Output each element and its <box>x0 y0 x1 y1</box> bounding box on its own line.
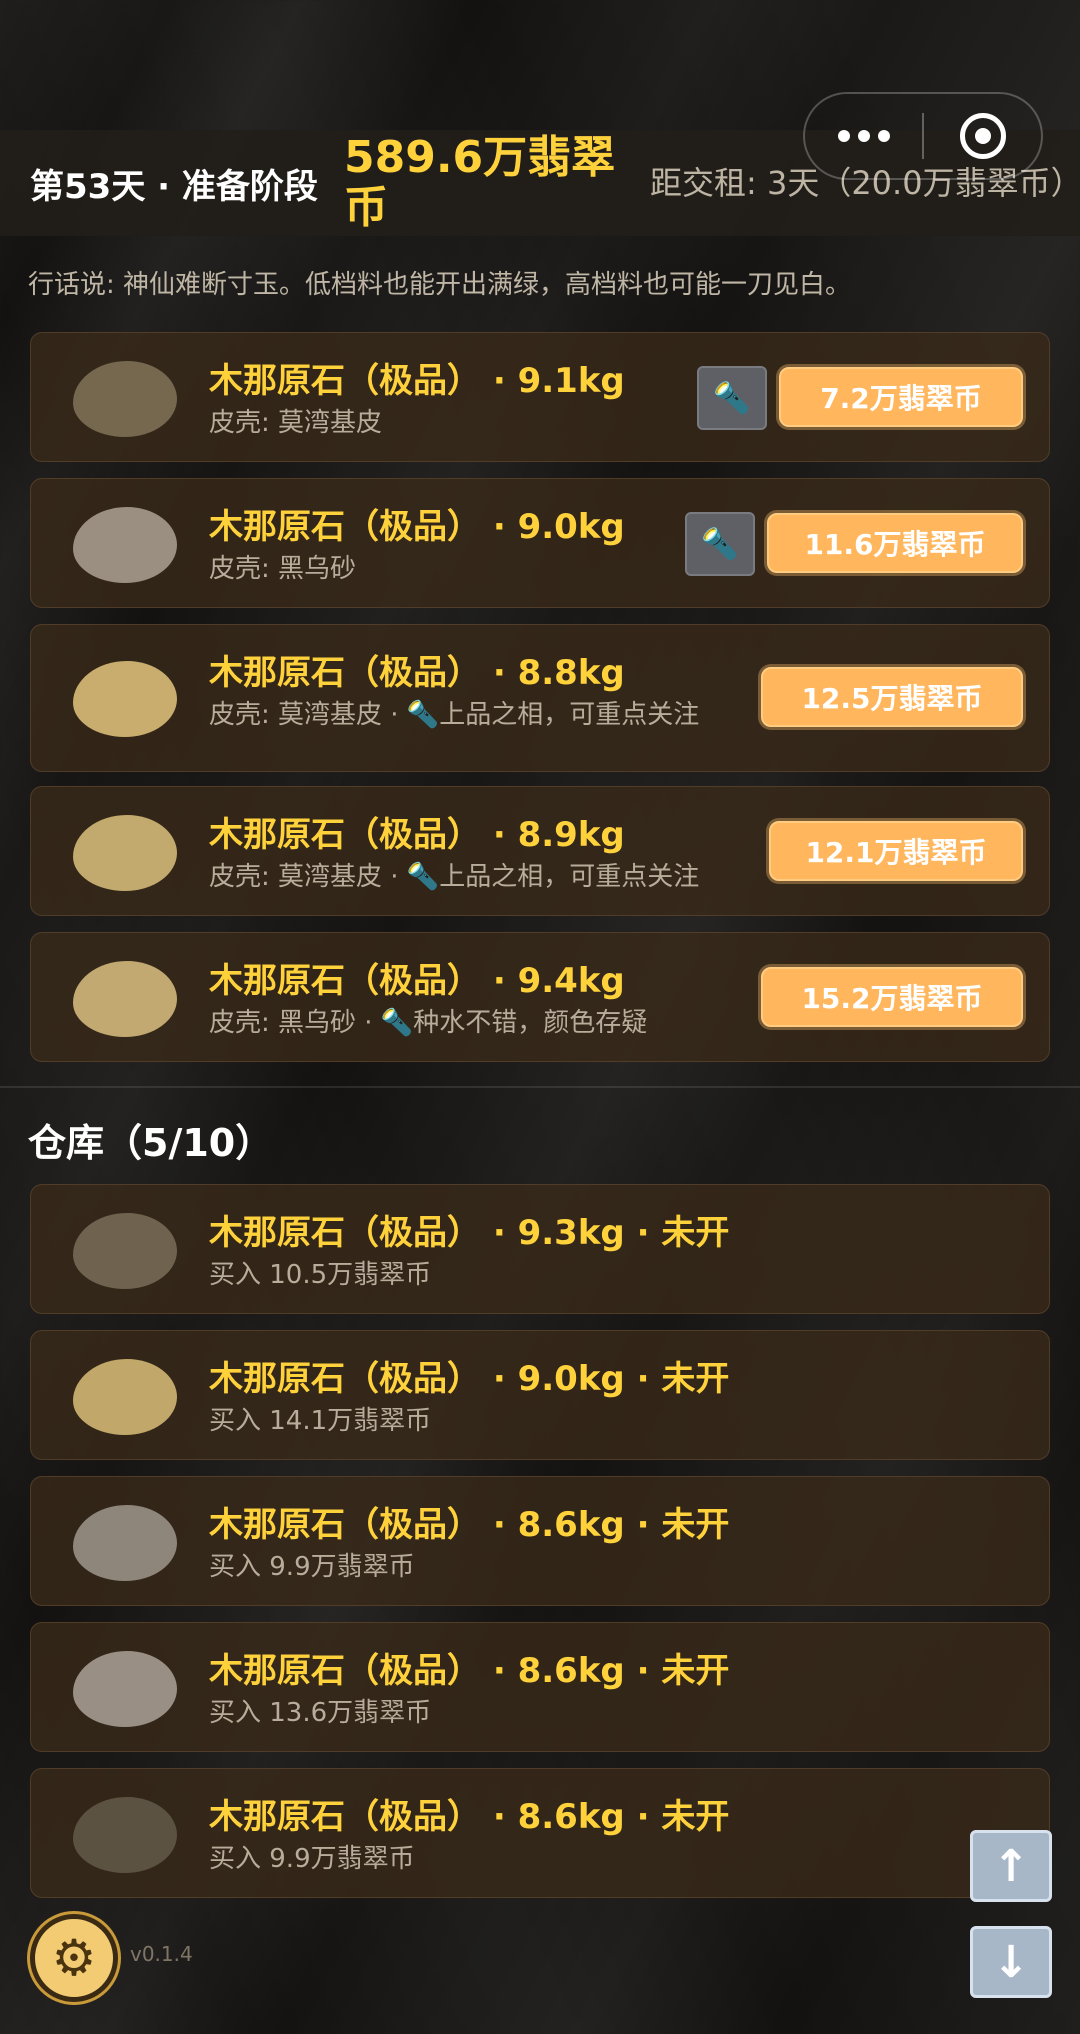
warehouse-stone-card[interactable]: 木那原石（极品） · 8.6kg · 未开 买入 9.9万翡翠币 <box>30 1476 1050 1606</box>
buy-price-button[interactable]: 12.1万翡翠币 <box>769 821 1023 881</box>
close-miniprogram-icon[interactable] <box>924 113 1041 159</box>
stone-name: 木那原石（极品） · 9.1kg <box>209 361 625 401</box>
stone-image <box>73 1651 177 1727</box>
scroll-up-arrow-icon[interactable]: ↑ <box>970 1830 1052 1902</box>
warehouse-stone-card[interactable]: 木那原石（极品） · 9.0kg · 未开 买入 14.1万翡翠币 <box>30 1330 1050 1460</box>
flashlight-icon[interactable]: 🔦 <box>697 366 767 430</box>
stone-image <box>73 961 177 1037</box>
stone-name: 木那原石（极品） · 9.0kg <box>209 507 625 547</box>
purchase-price: 买入 9.9万翡翠币 <box>209 1552 415 1582</box>
buy-price-button[interactable]: 11.6万翡翠币 <box>767 513 1023 573</box>
settings-gear-icon[interactable]: ⚙ <box>30 1914 118 2002</box>
buy-price-button[interactable]: 15.2万翡翠币 <box>761 967 1023 1027</box>
money-balance: 589.6万翡翠币 <box>344 132 616 233</box>
market-stone-card: 木那原石（极品） · 9.0kg 皮壳: 黑乌砂 🔦 11.6万翡翠币 <box>30 478 1050 608</box>
scroll-down-arrow-icon[interactable]: ↓ <box>970 1926 1052 1998</box>
market-stone-card: 木那原石（极品） · 8.8kg 皮壳: 莫湾基皮 · 🔦上品之相，可重点关注 … <box>30 624 1050 772</box>
warehouse-stone-card[interactable]: 木那原石（极品） · 8.6kg · 未开 买入 9.9万翡翠币 <box>30 1768 1050 1898</box>
stone-image <box>73 507 177 583</box>
stone-name: 木那原石（极品） · 8.6kg · 未开 <box>209 1505 730 1545</box>
stone-shell-info: 皮壳: 黑乌砂 · 🔦种水不错，颜色存疑 <box>209 1008 648 1038</box>
stone-name: 木那原石（极品） · 8.6kg · 未开 <box>209 1651 730 1691</box>
stone-shell-info: 皮壳: 莫湾基皮 · 🔦上品之相，可重点关注 <box>209 862 700 892</box>
stone-name: 木那原石（极品） · 9.0kg · 未开 <box>209 1359 730 1399</box>
flashlight-icon[interactable]: 🔦 <box>685 512 755 576</box>
stone-image <box>73 361 177 437</box>
stone-image <box>73 1213 177 1289</box>
stone-image <box>73 661 177 737</box>
stone-name: 木那原石（极品） · 8.6kg · 未开 <box>209 1797 730 1837</box>
stone-image <box>73 1797 177 1873</box>
warehouse-stone-card[interactable]: 木那原石（极品） · 9.3kg · 未开 买入 10.5万翡翠币 <box>30 1184 1050 1314</box>
purchase-price: 买入 10.5万翡翠币 <box>209 1260 432 1290</box>
stone-name: 木那原石（极品） · 9.4kg <box>209 961 625 1001</box>
stone-name: 木那原石（极品） · 9.3kg · 未开 <box>209 1213 730 1253</box>
more-menu-icon[interactable] <box>805 130 922 142</box>
mini-program-capsule <box>803 92 1043 180</box>
day-phase-label: 第53天 · 准备阶段 <box>30 166 318 207</box>
stone-shell-info: 皮壳: 莫湾基皮 <box>209 408 383 438</box>
stone-image <box>73 815 177 891</box>
buy-price-button[interactable]: 7.2万翡翠币 <box>779 367 1023 427</box>
version-label: v0.1.4 <box>130 1942 193 1966</box>
market-stone-card: 木那原石（极品） · 9.4kg 皮壳: 黑乌砂 · 🔦种水不错，颜色存疑 15… <box>30 932 1050 1062</box>
purchase-price: 买入 13.6万翡翠币 <box>209 1698 432 1728</box>
market-stone-card: 木那原石（极品） · 8.9kg 皮壳: 莫湾基皮 · 🔦上品之相，可重点关注 … <box>30 786 1050 916</box>
warehouse-stone-card[interactable]: 木那原石（极品） · 8.6kg · 未开 买入 13.6万翡翠币 <box>30 1622 1050 1752</box>
stone-name: 木那原石（极品） · 8.9kg <box>209 815 625 855</box>
purchase-price: 买入 9.9万翡翠币 <box>209 1844 415 1874</box>
purchase-price: 买入 14.1万翡翠币 <box>209 1406 432 1436</box>
buy-price-button[interactable]: 12.5万翡翠币 <box>761 667 1023 727</box>
stone-shell-info: 皮壳: 莫湾基皮 · 🔦上品之相，可重点关注 <box>209 700 700 730</box>
stone-image <box>73 1505 177 1581</box>
stone-image <box>73 1359 177 1435</box>
market-stone-card: 木那原石（极品） · 9.1kg 皮壳: 莫湾基皮 🔦 7.2万翡翠币 <box>30 332 1050 462</box>
stone-name: 木那原石（极品） · 8.8kg <box>209 653 625 693</box>
warehouse-title: 仓库（5/10） <box>28 1121 274 1165</box>
proverb-tip: 行话说: 神仙难断寸玉。低档料也能开出满绿，高档料也可能一刀见白。 <box>28 270 852 300</box>
section-divider <box>0 1086 1080 1088</box>
